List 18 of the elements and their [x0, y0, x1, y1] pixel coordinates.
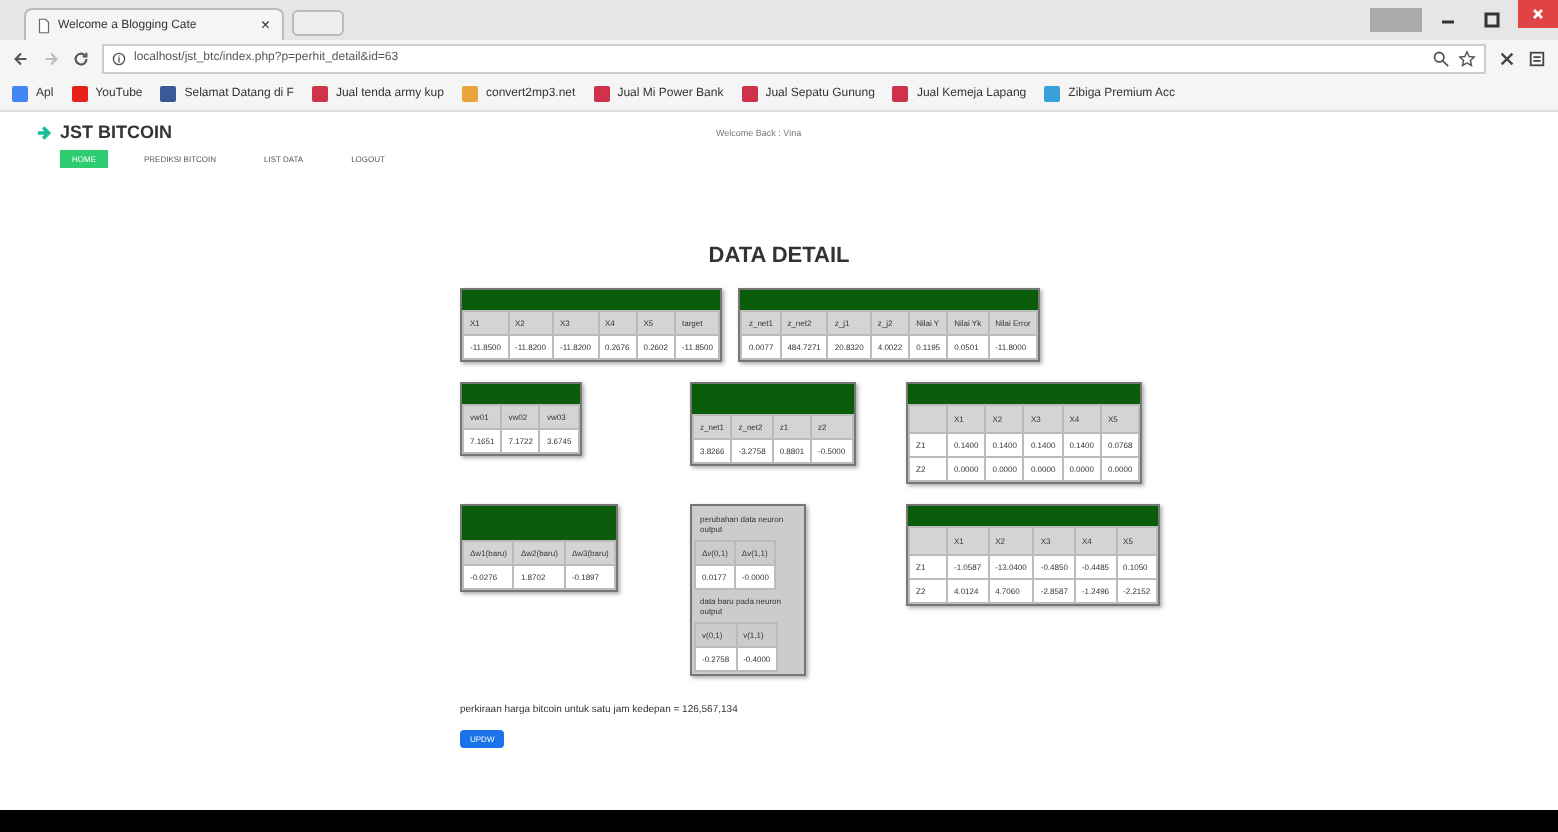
close-window-button[interactable]: [1518, 0, 1558, 28]
reload-icon[interactable]: [72, 49, 90, 67]
column-header: [909, 527, 947, 555]
table-header-bar: [462, 384, 580, 404]
zoom-icon[interactable]: [1432, 49, 1450, 67]
column-header: [909, 405, 947, 433]
maximize-icon[interactable]: [1482, 10, 1502, 30]
info-icon: [112, 51, 126, 65]
close-icon: [1528, 4, 1548, 24]
extension-icon[interactable]: [1528, 49, 1546, 67]
x-icon[interactable]: [1498, 49, 1516, 67]
back-icon[interactable]: [12, 49, 30, 67]
close-tab-button[interactable]: ×: [260, 16, 270, 34]
logo-icon: [36, 123, 54, 141]
page-title: DATA DETAIL: [706, 244, 852, 268]
page-icon: [38, 17, 50, 33]
brand-name: JST BITCOIN: [60, 122, 173, 142]
star-icon[interactable]: [1458, 49, 1476, 67]
